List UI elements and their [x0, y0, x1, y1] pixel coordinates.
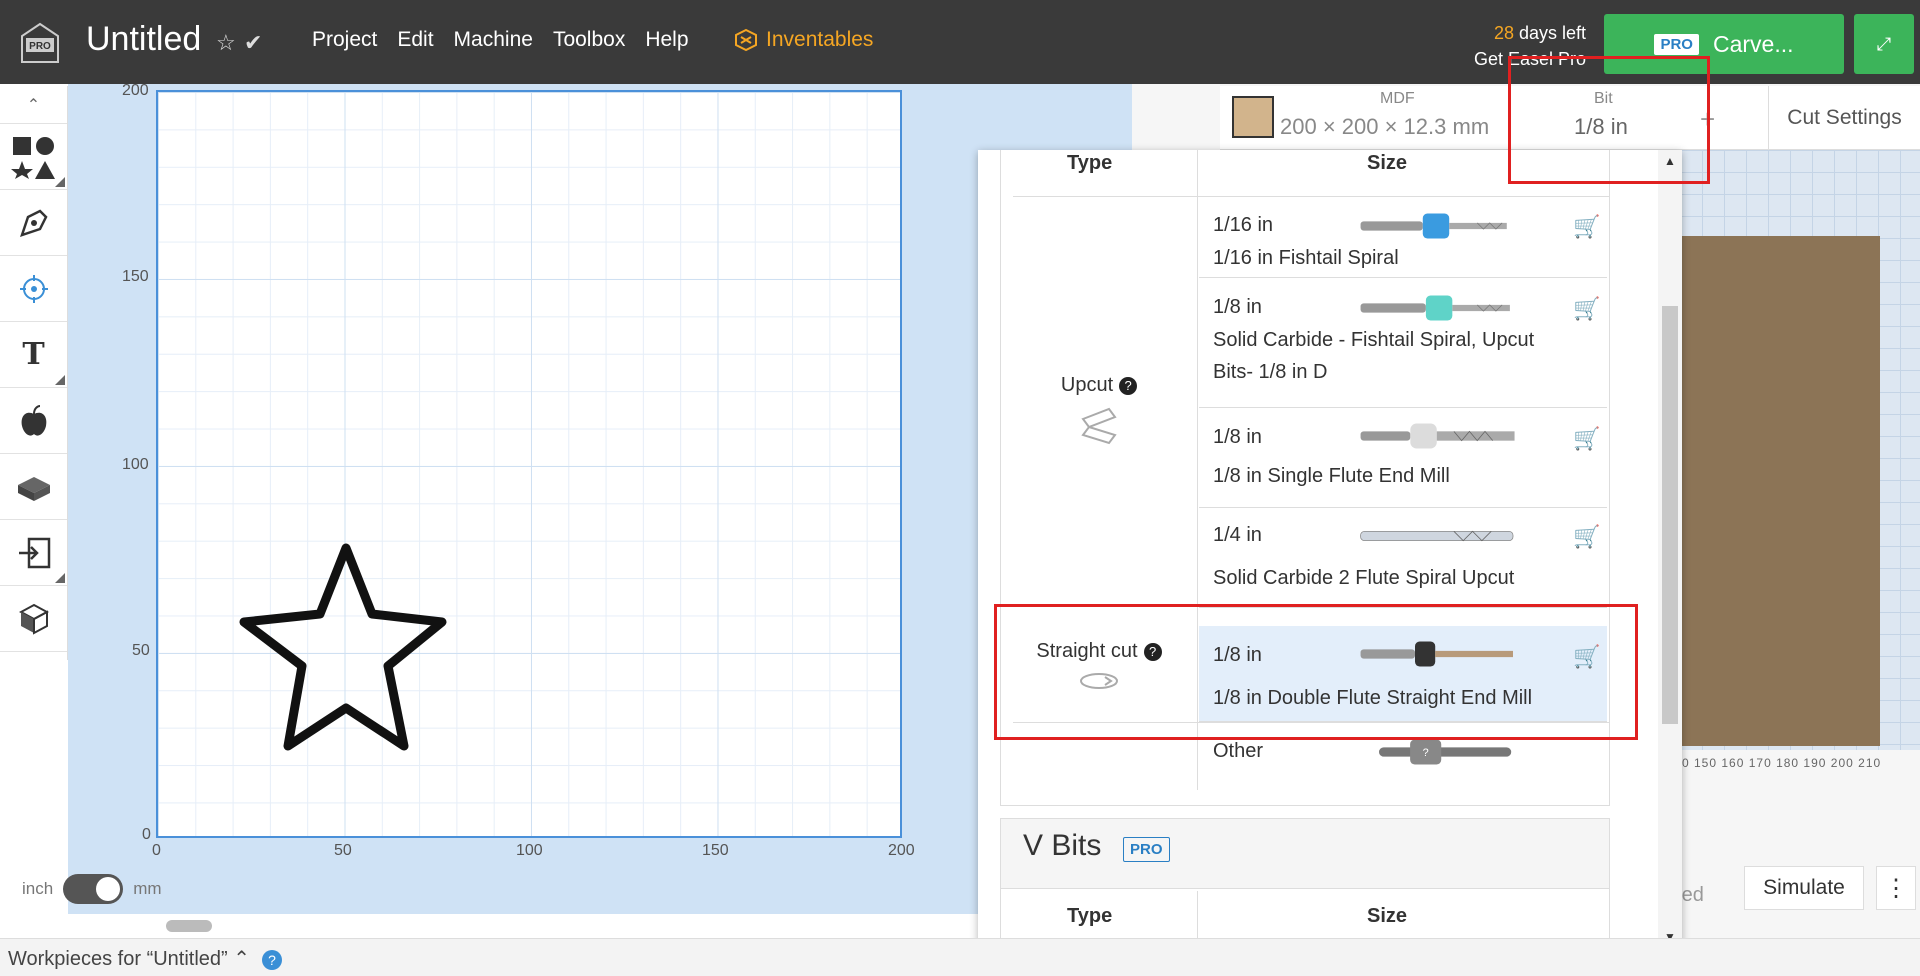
bit-row[interactable]: 1/8 in 🛒 Solid Carbide - Fishtail Spiral… — [1199, 278, 1607, 408]
y-tick-100: 100 — [122, 456, 149, 473]
shapes-tool-icon[interactable] — [0, 124, 67, 190]
bit-image-icon — [1360, 423, 1515, 449]
import-icon[interactable] — [0, 520, 67, 586]
bit-size: 1/8 in — [1213, 296, 1262, 318]
y-tick-0: 0 — [142, 826, 151, 843]
bit-unknown-icon: ? — [1379, 739, 1512, 765]
project-title[interactable]: Untitled — [86, 20, 201, 59]
type-column-header: Type — [1067, 152, 1113, 174]
carve-label: Carve... — [1712, 30, 1794, 57]
size-column-header: Size — [1367, 152, 1408, 174]
menu-machine[interactable]: Machine — [454, 28, 533, 52]
unit-mm-label: mm — [133, 879, 162, 898]
inventables-logo-icon — [735, 28, 757, 52]
menu-edit[interactable]: Edit — [397, 28, 433, 52]
v-bits-size-header: Size — [1367, 905, 1408, 927]
cart-icon[interactable]: 🛒 — [1573, 296, 1600, 322]
unit-toggle[interactable] — [63, 874, 124, 904]
bit-size: 1/8 in — [1213, 426, 1262, 448]
x-tick-50: 50 — [334, 842, 352, 859]
favorite-star-icon[interactable]: ☆ — [216, 30, 236, 56]
x-tick-0: 0 — [152, 842, 161, 859]
bit-size: 1/4 in — [1213, 524, 1262, 546]
bit-row[interactable]: 1/8 in 🛒 1/8 in Single Flute End Mill — [1199, 408, 1607, 508]
inventables-label: Inventables — [766, 28, 874, 51]
menu-toolbox[interactable]: Toolbox — [553, 28, 625, 52]
simulate-button[interactable]: Simulate — [1744, 866, 1864, 910]
saved-check-icon: ✔ — [244, 30, 263, 55]
preview-ticks: 0 150 160 170 180 190 200 210 — [1682, 756, 1882, 770]
v-bits-header[interactable]: V Bits PRO — [1001, 819, 1609, 889]
bit-name: 1/16 in Fishtail Spiral — [1213, 247, 1399, 269]
bit-name: 1/8 in Single Flute End Mill — [1213, 465, 1450, 487]
workpiece-block — [1680, 236, 1880, 746]
help-icon[interactable]: ? — [262, 950, 283, 970]
left-toolbar: ⌃ T — [0, 86, 68, 660]
material-dimensions[interactable]: 200 × 200 × 12.3 mm — [1280, 114, 1489, 140]
main-menu: Project Edit Machine Toolbox Help — [312, 28, 689, 52]
pen-tool-icon[interactable] — [0, 190, 67, 256]
workpieces-text: Workpieces for “Untitled” — [8, 948, 228, 970]
x-tick-200: 200 — [888, 842, 915, 859]
v-bits-title: V Bits — [1023, 829, 1102, 862]
menu-help[interactable]: Help — [645, 28, 688, 52]
highlight-box-straight-cut — [994, 604, 1638, 740]
days-left-text: days left — [1519, 23, 1587, 43]
scrollbar-thumb[interactable] — [1662, 306, 1678, 724]
svg-text:PRO: PRO — [29, 41, 51, 52]
bit-image-icon — [1360, 213, 1507, 239]
days-left-number: 28 — [1493, 23, 1514, 43]
parts-lego-icon[interactable] — [0, 454, 67, 520]
cart-icon[interactable]: 🛒 — [1573, 524, 1600, 550]
text-tool-icon[interactable]: T — [0, 322, 67, 388]
v-bits-pro-badge: PRO — [1123, 837, 1170, 862]
x-tick-100: 100 — [516, 842, 543, 859]
expand-preview-icon[interactable]: ⤢ — [1854, 14, 1914, 74]
unit-inch-label: inch — [22, 879, 54, 898]
upcut-label: Upcut — [1060, 374, 1114, 396]
workpieces-bar[interactable]: Workpieces for “Untitled” ⌃? — [0, 938, 1920, 976]
y-tick-50: 50 — [132, 642, 150, 659]
star-shape[interactable] — [236, 538, 456, 758]
svg-text:?: ? — [1423, 747, 1429, 759]
more-options-icon[interactable]: ⋮ — [1876, 866, 1916, 910]
bit-row[interactable]: 1/4 in 🛒 Solid Carbide 2 Flute Spiral Up… — [1199, 508, 1607, 608]
material-name[interactable]: MDF — [1380, 90, 1415, 108]
upcut-type-cell: Upcut? — [1001, 374, 1197, 451]
target-tool-icon[interactable] — [0, 256, 67, 322]
material-swatch[interactable] — [1232, 96, 1274, 138]
bit-image-icon — [1360, 530, 1514, 542]
collapse-toolbar-icon[interactable]: ⌃ — [0, 86, 67, 124]
v-bits-section: V Bits PRO Type Size — [1000, 818, 1610, 948]
inventables-link[interactable]: Inventables — [734, 28, 873, 52]
upcut-icon — [1001, 405, 1197, 451]
v-bits-type-header: Type — [1067, 905, 1113, 927]
x-tick-150: 150 — [702, 842, 729, 859]
apps-apple-icon[interactable] — [0, 388, 67, 454]
unit-switch[interactable]: inch mm — [22, 874, 162, 904]
bit-row[interactable]: 1/16 in 🛒 1/16 in Fishtail Spiral — [1199, 196, 1607, 278]
bit-selector-dropdown: Type Size Upcut? Straight cut? 1/16 in 🛒… — [978, 150, 1682, 948]
workpieces-label[interactable]: Workpieces for “Untitled” ⌃? — [8, 946, 283, 971]
menu-project[interactable]: Project — [312, 28, 377, 52]
easel-pro-logo-icon[interactable]: PRO — [20, 22, 60, 64]
y-tick-150: 150 — [122, 268, 149, 285]
bit-name: Solid Carbide - Fishtail Spiral, Upcut B… — [1213, 329, 1535, 383]
highlight-box-bit — [1508, 56, 1710, 184]
cart-icon[interactable]: 🛒 — [1573, 426, 1600, 452]
canvas-scrollbar[interactable] — [166, 920, 212, 932]
bit-image-icon — [1360, 295, 1510, 321]
chevron-up-icon: ⌃ — [233, 948, 251, 970]
cut-settings-button[interactable]: Cut Settings — [1768, 86, 1920, 150]
bit-size: Other — [1213, 740, 1264, 762]
bit-size: 1/16 in — [1213, 214, 1274, 236]
upcut-help-icon[interactable]: ? — [1119, 376, 1138, 395]
dropdown-scrollbar[interactable]: ▲ ▼ — [1658, 150, 1682, 948]
pro-badge: PRO — [1654, 33, 1699, 55]
3d-box-icon[interactable] — [0, 586, 67, 652]
bit-name: Solid Carbide 2 Flute Spiral Upcut — [1213, 567, 1515, 589]
cart-icon[interactable]: 🛒 — [1573, 214, 1600, 240]
y-tick-200: 200 — [122, 82, 149, 99]
